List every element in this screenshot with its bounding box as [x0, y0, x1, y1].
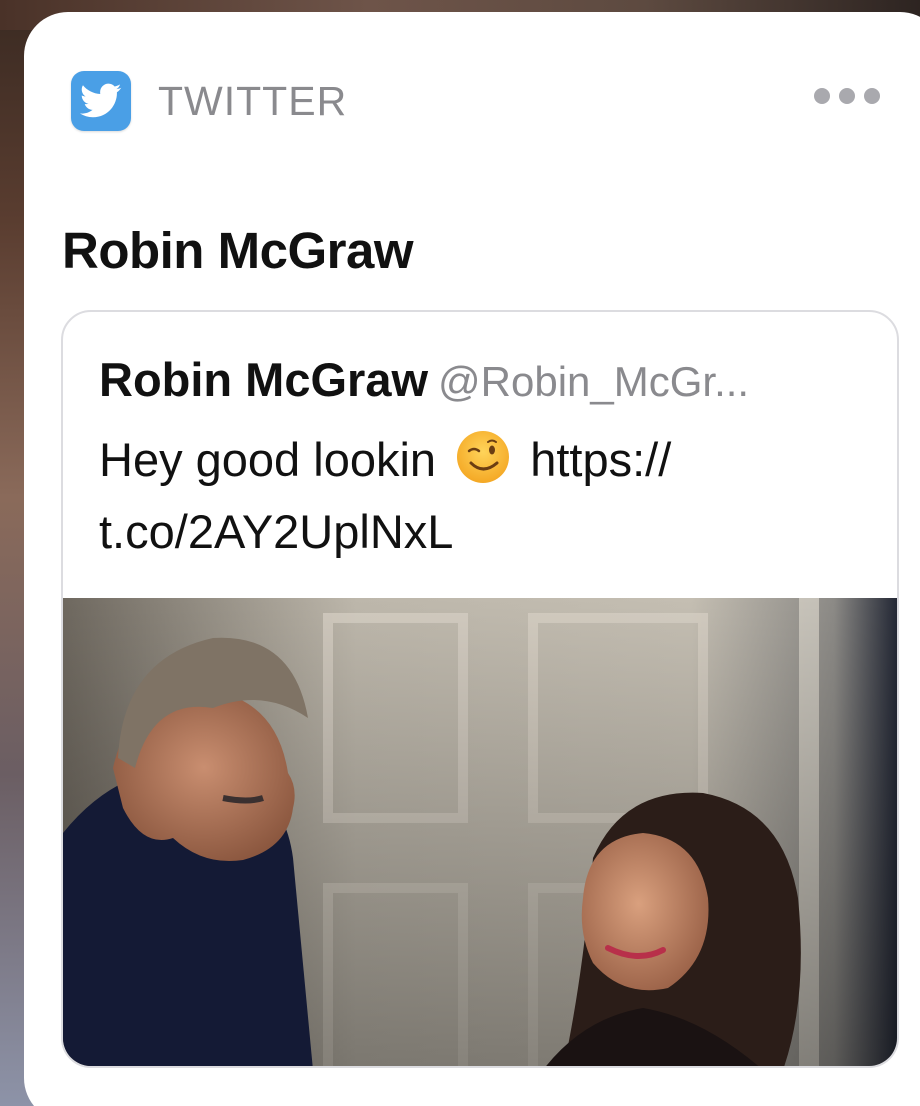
app-name-label: TWITTER	[158, 77, 348, 124]
twitter-notification[interactable]: TWITTER Robin McGraw Robin McGraw @Robin_…	[24, 12, 920, 1106]
tweet-text-body: Hey good lookin	[99, 433, 437, 486]
tweet-link-part1[interactable]: https://	[530, 433, 671, 486]
tweet-photo-image[interactable]	[63, 598, 897, 1066]
winking-face-emoji-icon	[455, 429, 511, 485]
tweet-link-part2[interactable]: t.co/2AY2UplNxL	[99, 505, 453, 558]
more-dots-icon[interactable]	[814, 88, 880, 104]
tweet-text: Hey good lookin https:// t.co/2AY2UplNxL	[99, 424, 859, 568]
tweet-header: Robin McGraw @Robin_McGr...	[99, 352, 749, 407]
notification-header: TWITTER	[71, 64, 347, 138]
tweet-card[interactable]: Robin McGraw @Robin_McGr... Hey good look…	[61, 310, 899, 1068]
twitter-bird-icon	[71, 71, 131, 131]
tweet-author-handle: @Robin_McGr...	[438, 358, 750, 405]
tweet-author-name: Robin McGraw	[99, 353, 429, 406]
notification-title: Robin McGraw	[62, 222, 414, 279]
